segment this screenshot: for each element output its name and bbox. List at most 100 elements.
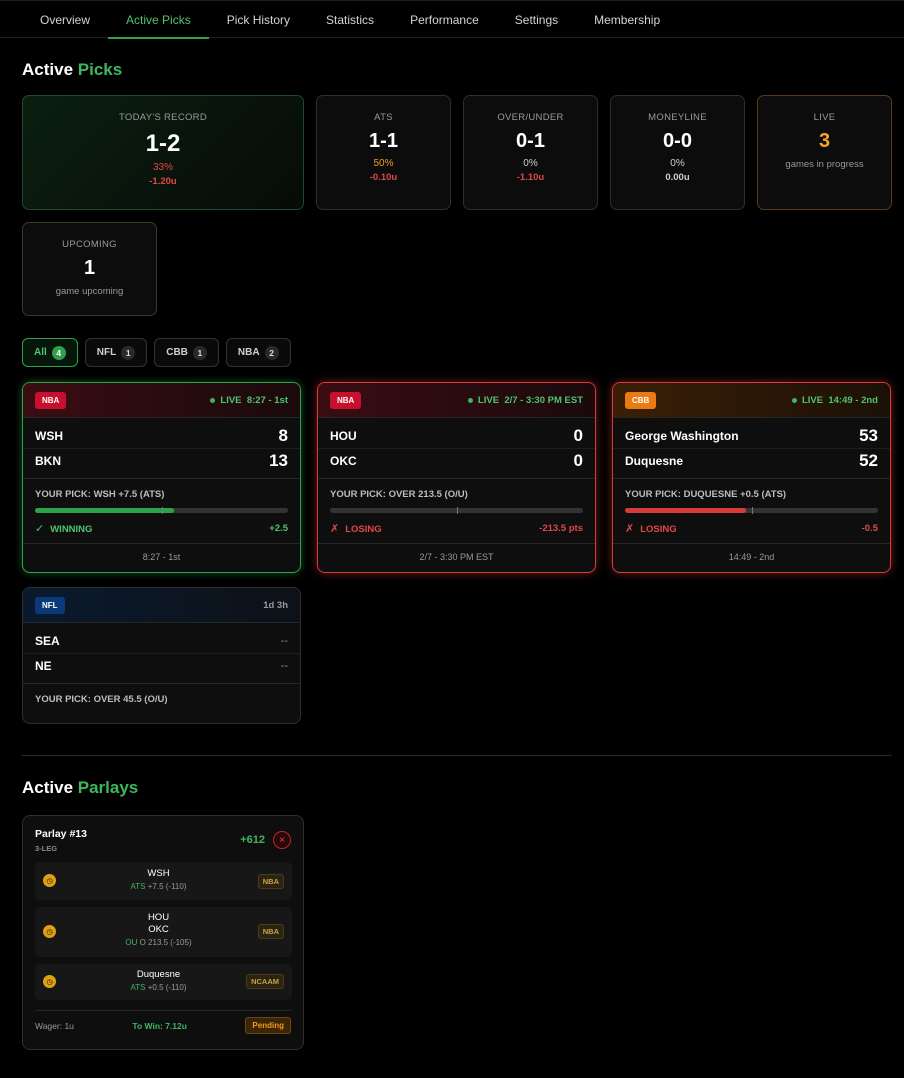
game-header: NBA LIVE 8:27 - 1st [23, 383, 300, 418]
parlay-odds: +612 [240, 834, 265, 846]
game-footer: 8:27 - 1st [23, 543, 300, 570]
game-footer: 14:49 - 2nd [613, 543, 890, 570]
filter-nfl[interactable]: NFL 1 [84, 338, 148, 367]
pick-section: YOUR PICK: DUQUESNE +0.5 (ATS) ✗ LOSING -… [613, 479, 890, 543]
stat-label: OVER/UNDER [497, 112, 564, 123]
outcome-status: ✗ LOSING [330, 522, 382, 535]
leg-team: WSH [147, 868, 170, 879]
stat-pct: 33% [152, 162, 173, 173]
filter-label: NFL [96, 347, 117, 358]
stat-over-under: OVER/UNDER 0-1 0% -1.10u [463, 95, 598, 210]
stat-value: 1-2 [145, 130, 181, 157]
stat-value: 1-1 [369, 130, 398, 152]
tab-performance[interactable]: Performance [392, 1, 497, 38]
stat-label: MONEYLINE [648, 112, 707, 123]
team-row: George Washington 53 [613, 423, 890, 448]
parlay-legs-count: 3-LEG [35, 844, 58, 853]
game-card-hou-okc[interactable]: NBA LIVE 2/7 - 3:30 PM EST HOU 0 OKC 0 YOU… [317, 382, 596, 573]
x-mark-icon: ✗ [330, 523, 340, 535]
game-card-sea-ne[interactable]: NFL 1d 3h SEA -- NE -- YOUR PICK: OVER 45.… [22, 587, 301, 724]
title-main: Active [22, 778, 74, 797]
progress-fill [625, 508, 747, 513]
stat-label: LIVE [813, 112, 836, 123]
stat-upcoming: UPCOMING 1 game upcoming [22, 222, 157, 316]
stat-units: 0.00u [665, 172, 690, 183]
progress-bar [330, 507, 583, 514]
close-icon: × [279, 834, 285, 846]
tab-pick-history[interactable]: Pick History [209, 1, 308, 38]
tab-statistics[interactable]: Statistics [308, 1, 392, 38]
check-icon: ✓ [35, 523, 45, 535]
league-badge: CBB [625, 391, 657, 409]
stat-value: 1 [83, 257, 96, 279]
team-score: 0 [573, 425, 583, 445]
team-score: 0 [573, 451, 583, 470]
team-row: SEA -- [23, 628, 300, 653]
pick-label: YOUR PICK: OVER 45.5 (O/U) [35, 694, 168, 705]
game-header: NFL 1d 3h [23, 588, 300, 623]
tab-active-picks[interactable]: Active Picks [108, 1, 209, 39]
scoreboard: WSH 8 BKN 13 [23, 418, 300, 479]
game-card-gw-duquesne[interactable]: CBB LIVE 14:49 - 2nd George Washington 53… [612, 382, 891, 573]
stat-moneyline: MONEYLINE 0-0 0% 0.00u [610, 95, 745, 210]
team-name: George Washington [625, 428, 739, 443]
leg-line: ATS +7.5 (-110) [65, 882, 252, 891]
pending-clock-icon: ◷ [43, 975, 56, 988]
leg-details: WSH ATS +7.5 (-110) [65, 868, 252, 891]
stat-value: 3 [818, 130, 831, 152]
filter-label: NBA [237, 347, 260, 358]
leg-details: Duquesne ATS +0.5 (-110) [65, 969, 252, 992]
status-badge: Pending [245, 1017, 291, 1034]
outcome-margin: -0.5 [861, 523, 878, 534]
parlay-leg: ◷ HOU OKC OU O 213.5 (-105) NBA [35, 907, 292, 957]
filter-cbb[interactable]: CBB 1 [154, 338, 219, 367]
game-header: NBA LIVE 2/7 - 3:30 PM EST [318, 383, 595, 418]
tab-membership[interactable]: Membership [576, 1, 678, 38]
section-divider [22, 755, 892, 756]
pending-clock-icon: ◷ [43, 925, 56, 938]
team-name: HOU [330, 428, 357, 443]
leg-odds: +0.5 (-110) [147, 983, 187, 992]
filter-nba[interactable]: NBA 2 [225, 338, 291, 367]
stat-sub: game upcoming [55, 286, 124, 297]
progress-midline [161, 507, 163, 514]
parlays-title: Active Parlays [22, 778, 138, 798]
parlay-to-win: To Win: 7.12u [132, 1020, 187, 1031]
game-header: CBB LIVE 14:49 - 2nd [613, 383, 890, 418]
pick-label: YOUR PICK: OVER 213.5 (O/U) [330, 489, 468, 500]
top-nav: Overview Active Picks Pick History Stati… [0, 0, 904, 39]
game-card-wsh-bkn[interactable]: NBA LIVE 8:27 - 1st WSH 8 BKN 13 YOUR PICK… [22, 382, 301, 573]
filter-count: 1 [121, 345, 136, 360]
filter-label: CBB [166, 347, 188, 358]
leg-odds: +7.5 (-110) [147, 882, 187, 891]
game-status: LIVE 8:27 - 1st [210, 395, 288, 406]
pick-outcome: ✗ LOSING -0.5 [625, 522, 878, 535]
pick-outcome: ✗ LOSING -213.5 pts [330, 522, 583, 535]
stat-ats: ATS 1-1 50% -0.10u [316, 95, 451, 210]
filter-all[interactable]: All 4 [22, 338, 78, 367]
title-accent: Picks [77, 60, 123, 79]
stat-live: LIVE 3 games in progress [757, 95, 892, 210]
stat-units: -0.10u [369, 172, 398, 183]
team-name: OKC [330, 454, 357, 468]
stat-pct: 0% [523, 158, 538, 169]
filter-count: 1 [192, 345, 207, 360]
game-status: LIVE 14:49 - 2nd [791, 394, 878, 406]
remove-parlay-button[interactable]: × [273, 831, 291, 849]
team-name: WSH [35, 428, 63, 443]
tab-settings[interactable]: Settings [497, 1, 576, 38]
progress-fill [35, 508, 175, 513]
title-main: Active [22, 60, 74, 79]
leg-market: ATS [130, 882, 146, 891]
status-time: 8:27 - 1st [246, 394, 288, 406]
team-row: WSH 8 [23, 423, 300, 448]
parlay-name: Parlay #13 [35, 828, 87, 840]
parlay-wager: Wager: 1u [35, 1020, 74, 1031]
leg-market: OU [125, 938, 138, 947]
status-time: 14:49 - 2nd [828, 394, 878, 406]
leg-team: Duquesne [136, 969, 181, 980]
stat-value: 0-1 [516, 130, 545, 152]
game-countdown: 1d 3h [263, 599, 288, 611]
tab-overview[interactable]: Overview [22, 1, 108, 38]
outcome-status: ✓ WINNING [35, 522, 92, 535]
